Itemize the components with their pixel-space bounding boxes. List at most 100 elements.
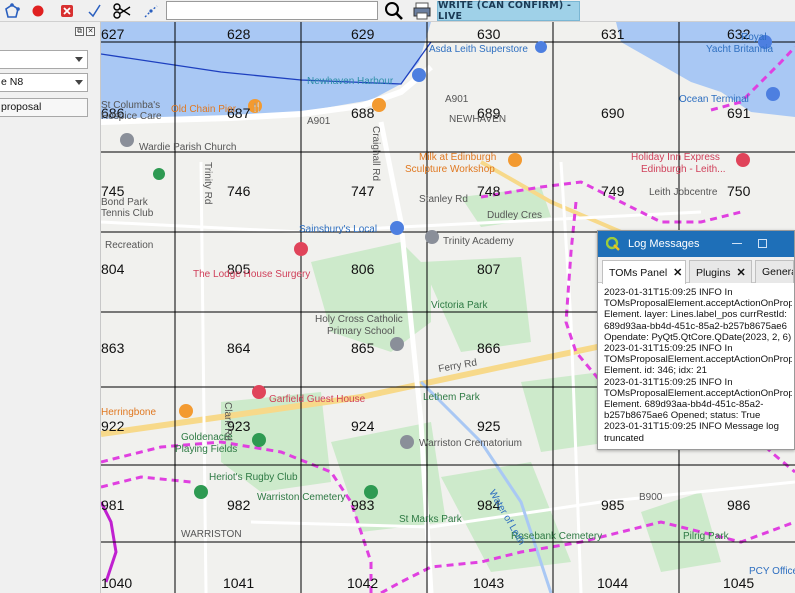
status-badge: WRITE (CAN CONFIRM) - LIVE <box>437 0 580 22</box>
map-pin-icon <box>508 153 522 167</box>
map-pin-icon <box>535 41 547 53</box>
place-label: Heriot's Rugby Club <box>209 472 298 483</box>
close-tab-icon[interactable]: ✕ <box>673 267 682 279</box>
record-icon[interactable] <box>29 2 47 20</box>
tab-toms-panel[interactable]: TOMs Panel ✕ <box>602 260 686 284</box>
tile-label: 749 <box>601 183 625 199</box>
proposal-combo[interactable] <box>0 50 88 69</box>
search-input[interactable] <box>166 1 378 20</box>
road-label: Craighall Rd <box>370 126 381 181</box>
tab-general[interactable]: Genera <box>755 260 794 283</box>
minimize-icon[interactable] <box>732 243 742 244</box>
search-icon[interactable] <box>383 2 405 20</box>
map-pin-icon <box>120 133 134 147</box>
place-label: Wardie Parish Church <box>139 142 236 153</box>
tile-label: 865 <box>351 340 375 356</box>
check-icon[interactable] <box>85 2 103 20</box>
place-label: Hospice Care <box>101 111 162 122</box>
place-label: Garfield Guest House <box>269 394 366 405</box>
log-line: TOMsProposalElement.acceptActionOnPropos… <box>604 298 792 310</box>
place-label: The Lodge House Surgery <box>193 269 310 280</box>
tile-label: 1044 <box>597 575 628 591</box>
place-label: Edinburgh - Leith... <box>641 164 726 175</box>
print-icon[interactable] <box>411 2 433 20</box>
road-label: Trinity Rd <box>202 162 213 204</box>
log-line: 2023-01-31T15:09:25 INFO Message log <box>604 421 779 433</box>
place-label: Lethem Park <box>423 392 481 403</box>
tab-plugins[interactable]: Plugins ✕ <box>689 260 752 283</box>
tile-label: 866 <box>477 340 501 356</box>
tile-label: 750 <box>727 183 751 199</box>
tile-label: 627 <box>101 26 125 42</box>
svg-text:🍴: 🍴 <box>251 101 262 113</box>
tile-label: 748 <box>477 183 501 199</box>
close-tab-icon[interactable]: ✕ <box>736 267 745 279</box>
place-label: Trinity Academy <box>443 236 514 247</box>
tile-label: 1043 <box>473 575 504 591</box>
place-label: Yacht Britannia <box>706 44 774 55</box>
place-label: Playing Fields <box>175 444 237 455</box>
tile-label: 864 <box>227 340 251 356</box>
map-pin-icon <box>252 433 266 447</box>
side-panel: ⧉ ✕ e N8 proposal <box>0 22 101 593</box>
tile-label: 1042 <box>347 575 378 591</box>
log-line: Element. 689d93aa-bb4d-451c-85a2- <box>604 399 764 411</box>
proposal-button[interactable]: proposal <box>0 98 88 117</box>
log-line: TOMsProposalElement.acceptActionOnPropos… <box>604 387 792 399</box>
main-toolbar: WRITE (CAN CONFIRM) - LIVE <box>0 0 795 22</box>
place-label: Leith Jobcentre <box>649 187 718 198</box>
map-pin-icon <box>736 153 750 167</box>
place-label: Pilrig Park <box>683 531 730 542</box>
log-line: 2023-01-31T15:09:25 INFO In <box>604 343 733 355</box>
log-text-area[interactable]: 2023-01-31T15:09:25 INFO In TOMsProposal… <box>604 287 792 447</box>
tile-label: 985 <box>601 497 625 513</box>
tile-label: 925 <box>477 418 501 434</box>
close-panel-icon[interactable]: ✕ <box>86 27 95 36</box>
tile-label: 629 <box>351 26 375 42</box>
node-tool-icon[interactable] <box>3 2 21 20</box>
tile-label: 807 <box>477 261 501 277</box>
place-label: Milk at Edinburgh <box>419 152 496 163</box>
tile-label: 690 <box>601 105 625 121</box>
place-label: PCY Offices <box>749 566 795 577</box>
map-tile-combo[interactable]: e N8 <box>0 73 88 92</box>
place-label: Victoria Park <box>431 300 489 311</box>
tile-label: 1041 <box>223 575 254 591</box>
log-line: Element. id: 346; idx: 21 <box>604 365 707 377</box>
place-label: Holiday Inn Express <box>631 152 720 163</box>
tile-label: 981 <box>101 497 125 513</box>
place-label: Old Chain Pier <box>171 104 237 115</box>
tile-label: 746 <box>227 183 251 199</box>
tile-label: 982 <box>227 497 251 513</box>
place-label: Holy Cross Catholic <box>315 314 403 325</box>
scissors-icon[interactable] <box>113 2 131 20</box>
map-pin-icon <box>390 221 404 235</box>
tile-label: 804 <box>101 261 125 277</box>
place-label: Warriston Crematorium <box>419 438 522 449</box>
tile-label: 630 <box>477 26 501 42</box>
log-title-bar[interactable]: Log Messages <box>598 231 794 257</box>
place-label: Sainsbury's Local <box>299 224 377 235</box>
place-label: Bond Park <box>101 197 149 208</box>
tile-label: 1045 <box>723 575 754 591</box>
maximize-icon[interactable] <box>758 239 767 248</box>
log-line: b257b8675ae6 Opened; status: True <box>604 410 761 422</box>
chevron-down-icon <box>75 57 83 62</box>
float-panel-icon[interactable]: ⧉ <box>75 27 84 36</box>
place-label: Newhaven Harbour <box>307 76 394 87</box>
road-label: A901 <box>445 94 469 105</box>
place-label: Ocean Terminal <box>679 94 749 105</box>
road-label: Stanley Rd <box>419 194 468 205</box>
map-pin-icon <box>766 87 780 101</box>
split-line-icon[interactable] <box>142 2 160 20</box>
road-label: NEWHAVEN <box>449 114 506 125</box>
map-pin-icon <box>425 230 439 244</box>
map-pin-icon <box>412 68 426 82</box>
tile-label: 983 <box>351 497 375 513</box>
map-tile-combo-value: e N8 <box>1 76 24 88</box>
delete-feature-icon[interactable] <box>58 2 76 20</box>
qgis-logo-icon <box>606 237 620 251</box>
log-line: Element. layer: Lines.label_pos currRest… <box>604 309 787 321</box>
place-label: Royal <box>741 32 767 43</box>
tile-label: 922 <box>101 418 125 434</box>
